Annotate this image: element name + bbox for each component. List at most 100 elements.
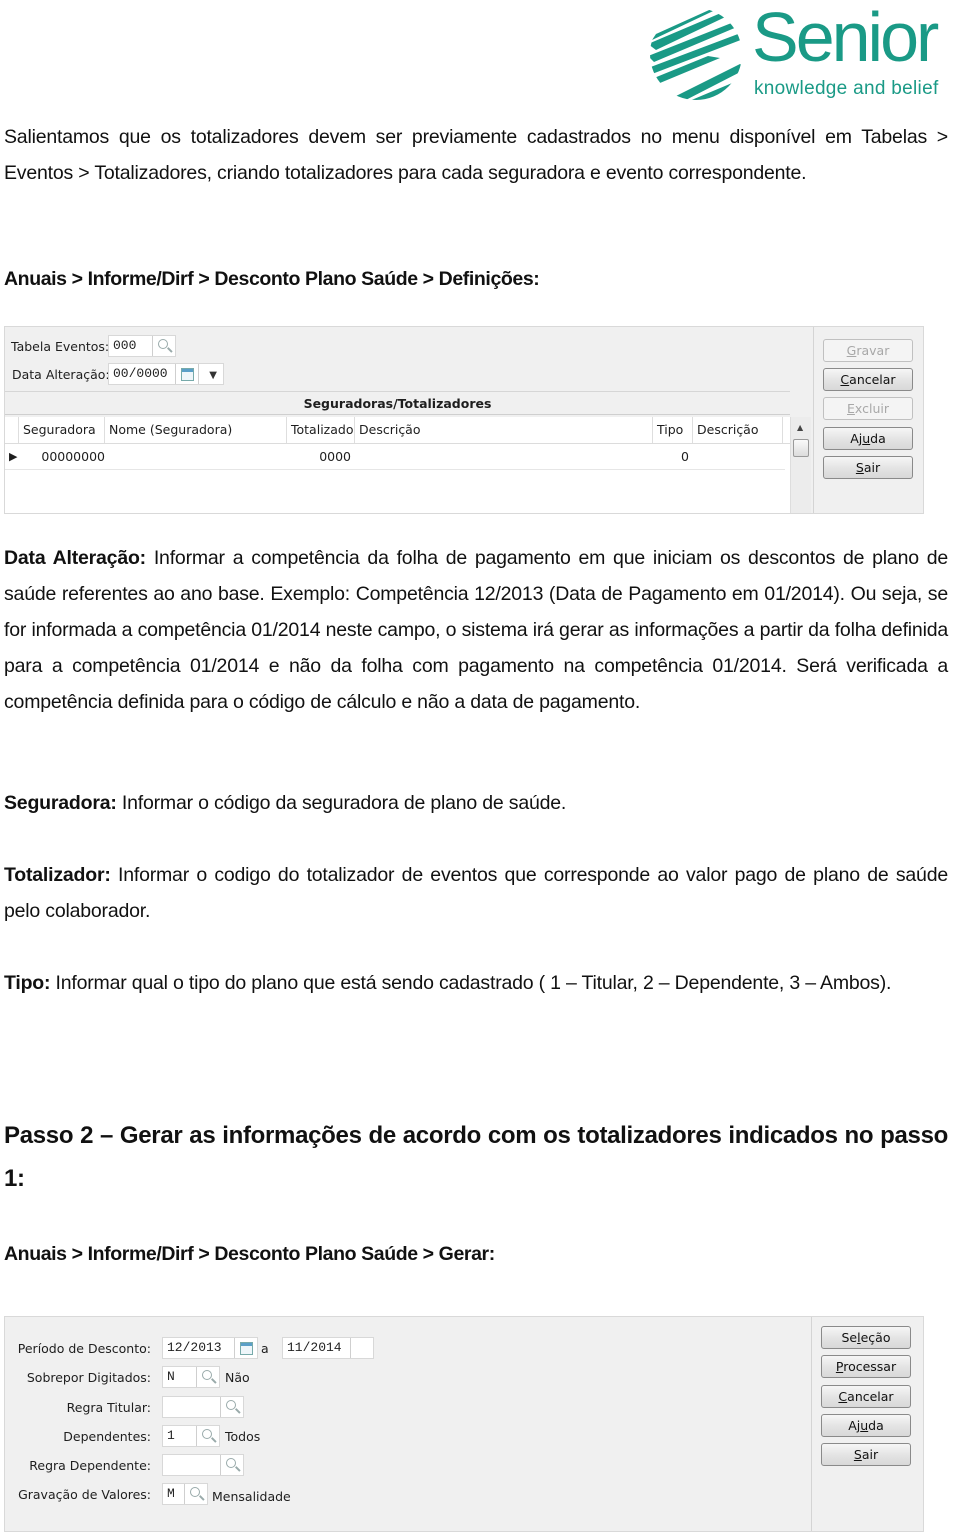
search-icon: [190, 1487, 200, 1497]
ajuda-button-label: Ajuda: [848, 1418, 884, 1433]
scroll-up-arrow-icon[interactable]: ▲: [797, 423, 803, 432]
tabela-eventos-label: Tabela Eventos:: [11, 339, 110, 354]
regra-dependente-label: Regra Dependente:: [29, 1458, 151, 1473]
calendar-button[interactable]: [175, 364, 199, 384]
ajuda-button-label: Ajuda: [850, 431, 886, 446]
filter-panel: Tabela Eventos: 000 Data Alteração: 00/0…: [5, 327, 790, 392]
data-alteracao-value: 00/0000: [113, 366, 168, 381]
menu-path-definicoes: Anuais > Informe/Dirf > Desconto Plano S…: [4, 268, 540, 290]
sair-button[interactable]: Sair: [821, 1443, 911, 1466]
processar-button[interactable]: Processar: [821, 1355, 911, 1378]
regra-titular-field[interactable]: [162, 1396, 244, 1418]
ajuda-button[interactable]: Ajuda: [823, 427, 913, 450]
search-icon: [226, 1400, 236, 1410]
sobrepor-value: N: [167, 1369, 175, 1384]
desc-data-alteracao: Data Alteração: Informar a competência d…: [4, 540, 948, 720]
text-data-alteracao: Informar a competência da folha de pagam…: [4, 547, 949, 713]
dependentes-field[interactable]: 1: [162, 1425, 220, 1447]
term-totalizador: Totalizador:: [4, 864, 111, 886]
cell-seguradora: 00000000: [41, 449, 105, 464]
calendar-icon: [240, 1342, 253, 1355]
cancelar-button[interactable]: Cancelar: [823, 368, 913, 391]
definicoes-window: Tabela Eventos: 000 Data Alteração: 00/0…: [4, 326, 924, 514]
text-totalizador: Informar o codigo do totalizador de even…: [4, 864, 948, 922]
sobrepor-field[interactable]: N: [162, 1366, 220, 1388]
grid-title: Seguradoras/Totalizadores: [5, 394, 790, 415]
gravacao-description: Mensalidade: [212, 1489, 291, 1504]
excluir-button[interactable]: Excluir: [823, 397, 913, 420]
search-icon: [202, 1429, 212, 1439]
intro-paragraph: Salientamos que os totalizadores devem s…: [4, 126, 948, 184]
grid-scrollbar[interactable]: ▲: [790, 417, 811, 513]
data-alteracao-field[interactable]: 00/0000 ▼: [108, 363, 224, 385]
tabela-eventos-field[interactable]: 000: [108, 335, 176, 357]
periodo-to-calendar-button[interactable]: [350, 1338, 373, 1358]
gerar-window: Período de Desconto: 12/2013 a 11/2014 S…: [4, 1316, 924, 1532]
column-header-descricao-tipo[interactable]: Descrição: [693, 417, 783, 443]
senior-logo-mark-icon: [650, 8, 742, 100]
column-header-seguradora[interactable]: Seguradora: [19, 417, 105, 443]
periodo-separator: a: [261, 1341, 269, 1356]
table-row[interactable]: ▶ 00000000 0000 0: [5, 445, 785, 470]
ajuda-button[interactable]: Ajuda: [821, 1414, 911, 1437]
grid-header: Seguradora Nome (Seguradora) Totalizado …: [5, 417, 790, 444]
sair-button[interactable]: Sair: [823, 456, 913, 479]
periodo-to-field[interactable]: 11/2014: [282, 1337, 374, 1359]
column-header-totalizado[interactable]: Totalizado: [287, 417, 355, 443]
desc-seguradora: Seguradora: Informar o código da segurad…: [4, 785, 948, 821]
gravar-button-label: ravar: [856, 343, 890, 358]
column-header-descricao[interactable]: Descrição: [355, 417, 653, 443]
desc-totalizador: Totalizador: Informar o codigo do totali…: [4, 857, 948, 929]
excluir-button-label: xcluir: [854, 401, 889, 416]
cell-descricao-tipo: [693, 445, 783, 469]
sair-button-label: air: [863, 460, 881, 475]
processar-button-label: rocessar: [843, 1359, 897, 1374]
sobrepor-description: Não: [225, 1370, 250, 1385]
sobrepor-search-button[interactable]: [196, 1367, 219, 1387]
column-header-nome[interactable]: Nome (Seguradora): [105, 417, 287, 443]
term-seguradora: Seguradora:: [4, 792, 117, 814]
periodo-from-calendar-button[interactable]: [234, 1338, 257, 1358]
periodo-from-field[interactable]: 12/2013: [162, 1337, 258, 1359]
current-row-indicator-icon: ▶: [9, 450, 18, 463]
cell-descricao: [355, 445, 653, 469]
dependentes-value: 1: [167, 1428, 175, 1443]
dependentes-description: Todos: [225, 1429, 261, 1444]
cancelar-button[interactable]: Cancelar: [821, 1385, 911, 1408]
regra-dependente-search-button[interactable]: [220, 1455, 243, 1475]
cancelar-button-label: ancelar: [849, 372, 896, 387]
sair-button-label: air: [861, 1447, 879, 1462]
gerar-button-panel: Seleção Processar Cancelar Ajuda Sair: [811, 1317, 924, 1531]
gravacao-search-button[interactable]: [184, 1484, 207, 1504]
logo-brand-text: Senior: [752, 0, 939, 76]
regra-titular-label: Regra Titular:: [66, 1400, 151, 1415]
scrollbar-thumb[interactable]: [793, 439, 809, 457]
text-tipo: Informar qual o tipo do plano que está s…: [50, 972, 892, 994]
selecao-button[interactable]: Seleção: [821, 1326, 911, 1349]
gravacao-field[interactable]: M: [162, 1483, 208, 1505]
tabela-eventos-value: 000: [113, 338, 137, 353]
seguradoras-grid[interactable]: Seguradora Nome (Seguradora) Totalizado …: [5, 417, 790, 513]
tabela-eventos-search-button[interactable]: [152, 336, 175, 356]
data-alteracao-label: Data Alteração:: [12, 367, 110, 382]
step2-heading: Passo 2 – Gerar as informações de acordo…: [4, 1122, 948, 1192]
periodo-label: Período de Desconto:: [17, 1341, 151, 1356]
action-button-panel: Gravar Cancelar Excluir Ajuda Sair: [813, 327, 924, 513]
gravacao-label: Gravação de Valores:: [18, 1487, 151, 1502]
search-icon: [226, 1458, 236, 1468]
dropdown-arrow-icon[interactable]: ▼: [209, 366, 217, 386]
sobrepor-label: Sobrepor Digitados:: [26, 1370, 151, 1385]
gravar-button[interactable]: Gravar: [823, 339, 913, 362]
menu-path-gerar: Anuais > Informe/Dirf > Desconto Plano S…: [4, 1243, 495, 1265]
regra-dependente-field[interactable]: [162, 1454, 244, 1476]
dependentes-search-button[interactable]: [196, 1426, 219, 1446]
logo-tagline: knowledge and belief: [754, 78, 939, 99]
periodo-to-value: 11/2014: [287, 1340, 342, 1355]
senior-logo: Senior knowledge and belief: [648, 0, 960, 106]
desc-tipo: Tipo: Informar qual o tipo do plano que …: [4, 965, 948, 1001]
periodo-from-value: 12/2013: [167, 1340, 222, 1355]
regra-titular-search-button[interactable]: [220, 1397, 243, 1417]
search-icon: [158, 339, 168, 349]
calendar-icon: [181, 368, 194, 381]
column-header-tipo[interactable]: Tipo: [653, 417, 693, 443]
